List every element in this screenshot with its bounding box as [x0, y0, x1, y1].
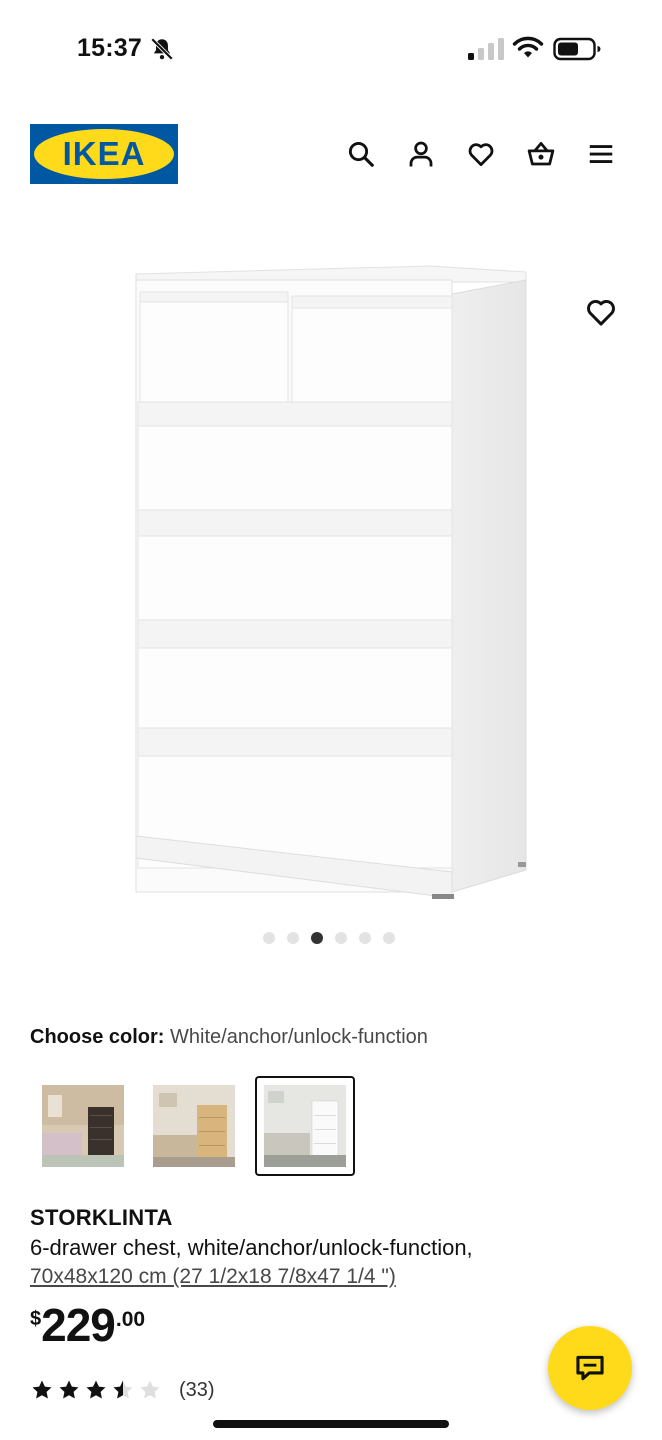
color-chooser: Choose color: White/anchor/unlock-functi… — [30, 1026, 428, 1049]
carousel-dot[interactable] — [287, 932, 299, 944]
svg-text:IKEA: IKEA — [63, 135, 146, 172]
carousel-dot-active[interactable] — [311, 932, 323, 944]
account-icon[interactable] — [405, 138, 437, 170]
chat-icon — [576, 1355, 604, 1381]
add-to-favorites-button[interactable] — [584, 295, 618, 329]
cellular-signal-icon — [468, 38, 504, 60]
carousel-dot[interactable] — [335, 932, 347, 944]
review-count: (33) — [179, 1378, 215, 1401]
product-image[interactable] — [120, 250, 540, 910]
color-swatch-white[interactable] — [255, 1076, 355, 1176]
wifi-icon — [512, 36, 544, 58]
status-time: 15:37 — [77, 34, 142, 62]
image-carousel-indicator — [263, 932, 395, 944]
product-price: $ 229 .00 — [30, 1302, 145, 1348]
star-empty-icon — [140, 1380, 160, 1399]
star-full-icon — [59, 1380, 79, 1399]
menu-icon[interactable] — [585, 138, 617, 170]
color-swatch-black-brown[interactable] — [33, 1076, 133, 1176]
chat-button[interactable] — [548, 1326, 632, 1410]
star-half-icon — [113, 1380, 133, 1399]
basket-icon[interactable] — [525, 138, 557, 170]
heart-icon[interactable] — [465, 138, 497, 170]
price-integer: 229 — [41, 1299, 116, 1351]
carousel-dot[interactable] — [263, 932, 275, 944]
star-full-icon — [32, 1380, 52, 1399]
product-rating[interactable]: (33) — [30, 1378, 215, 1402]
price-currency: $ — [30, 1308, 42, 1330]
carousel-dot[interactable] — [359, 932, 371, 944]
silent-bell-icon — [150, 37, 174, 61]
product-name: STORKLINTA — [30, 1205, 173, 1230]
star-full-icon — [86, 1380, 106, 1399]
home-indicator — [213, 1420, 449, 1428]
battery-icon — [553, 37, 601, 61]
price-decimal: .00 — [115, 1308, 146, 1331]
color-swatch-oak[interactable] — [144, 1076, 244, 1176]
product-measurements-link[interactable]: 70x48x120 cm (27 1/2x18 7/8x47 1/4 ") — [30, 1265, 396, 1289]
ikea-logo[interactable]: IKEA — [30, 124, 178, 184]
selected-color-value: White/anchor/unlock-function — [170, 1026, 428, 1048]
color-chooser-label: Choose color: — [30, 1026, 165, 1048]
product-description: 6-drawer chest, white/anchor/unlock-func… — [30, 1235, 473, 1260]
carousel-dot[interactable] — [383, 932, 395, 944]
search-icon[interactable] — [345, 138, 377, 170]
